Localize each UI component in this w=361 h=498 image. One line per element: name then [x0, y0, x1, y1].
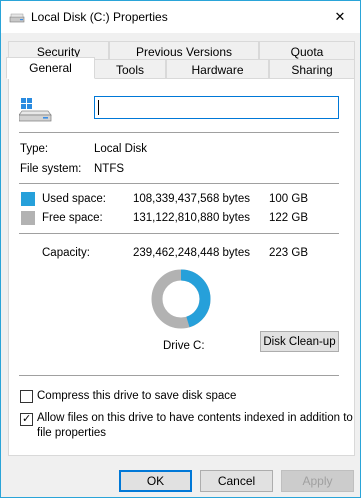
- disk-cleanup-label: Disk Clean-up: [263, 335, 336, 348]
- ok-button[interactable]: OK: [119, 470, 192, 492]
- separator: [19, 183, 339, 184]
- used-space-gb: 100 GB: [269, 193, 308, 205]
- cancel-label: Cancel: [217, 474, 256, 488]
- properties-window: Local Disk (C:) Properties ✕ Security Pr…: [0, 0, 361, 498]
- check-icon: ✓: [22, 413, 32, 425]
- title-bar[interactable]: Local Disk (C:) Properties ✕: [1, 1, 360, 33]
- tab-label: Sharing: [291, 62, 333, 77]
- tab-previous-versions[interactable]: Previous Versions: [109, 41, 259, 61]
- window-title: Local Disk (C:) Properties: [31, 10, 168, 24]
- free-space-label: Free space:: [42, 212, 103, 224]
- free-space-swatch: [21, 211, 35, 225]
- volume-label-input[interactable]: [94, 96, 339, 119]
- capacity-label: Capacity:: [42, 247, 90, 259]
- compress-checkbox[interactable]: [20, 390, 33, 403]
- tab-label: Tools: [115, 62, 144, 77]
- separator: [19, 132, 339, 133]
- drive-icon: [18, 96, 53, 122]
- separator: [19, 233, 339, 234]
- text-caret: [98, 100, 99, 115]
- capacity-gb: 223 GB: [269, 247, 308, 259]
- tab-label: Quota: [290, 44, 324, 59]
- tab-label: Hardware: [191, 62, 244, 77]
- capacity-bytes: 239,462,248,448 bytes: [133, 247, 251, 259]
- ok-label: OK: [146, 474, 165, 488]
- free-space-gb: 122 GB: [269, 212, 308, 224]
- tab-sharing[interactable]: Sharing: [269, 59, 355, 79]
- used-space-label: Used space:: [42, 193, 106, 205]
- type-value: Local Disk: [94, 143, 148, 155]
- tab-label: Previous Versions: [135, 44, 233, 59]
- disk-cleanup-button[interactable]: Disk Clean-up: [260, 331, 339, 352]
- close-button[interactable]: ✕: [320, 1, 360, 33]
- file-system-value: NTFS: [94, 163, 125, 175]
- tab-general[interactable]: General: [6, 57, 95, 79]
- close-icon: ✕: [334, 9, 346, 24]
- index-label-line2[interactable]: file properties: [37, 427, 106, 439]
- apply-label: Apply: [302, 474, 333, 488]
- used-space-swatch: [21, 192, 35, 206]
- tab-label: General: [29, 61, 72, 75]
- used-space-bytes: 108,339,437,568 bytes: [133, 193, 251, 205]
- drive-label: Drive C:: [163, 340, 205, 352]
- drive-title-icon: [9, 10, 25, 24]
- tab-tools[interactable]: Tools: [94, 59, 166, 79]
- disk-usage-donut: [151, 269, 211, 329]
- apply-button[interactable]: Apply: [281, 470, 354, 492]
- tab-quota[interactable]: Quota: [259, 41, 355, 61]
- index-label-line1[interactable]: Allow files on this drive to have conten…: [37, 412, 353, 424]
- free-space-bytes: 131,122,810,880 bytes: [133, 212, 251, 224]
- type-label: Type:: [20, 143, 49, 155]
- compress-label[interactable]: Compress this drive to save disk space: [37, 390, 236, 402]
- separator: [19, 375, 339, 376]
- index-checkbox[interactable]: ✓: [20, 413, 33, 426]
- file-system-label: File system:: [20, 163, 82, 175]
- cancel-button[interactable]: Cancel: [200, 470, 273, 492]
- tab-hardware[interactable]: Hardware: [166, 59, 269, 79]
